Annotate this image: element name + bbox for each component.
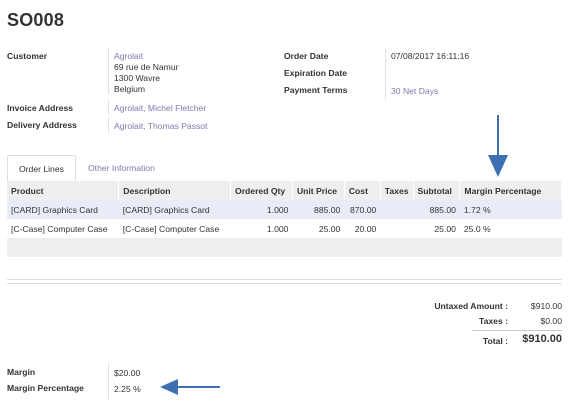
taxes-value: $0.00: [540, 316, 562, 326]
cell-ordered-qty: 1.000: [230, 219, 293, 238]
total-label: Total :: [482, 336, 508, 346]
tab-other-information[interactable]: Other Information: [77, 155, 166, 182]
cell-unit-price: 885.00: [292, 200, 345, 219]
column-header-subtotal[interactable]: Subtotal: [413, 181, 461, 200]
delivery-address-label: Delivery Address: [7, 120, 77, 130]
cell-subtotal: 885.00: [413, 200, 460, 219]
expiration-date-label: Expiration Date: [284, 68, 348, 78]
delivery-address-link[interactable]: Agrolait, Thomas Passot: [114, 121, 207, 131]
down-arrow-icon: [488, 115, 508, 177]
column-header-unit-price[interactable]: Unit Price: [292, 181, 345, 200]
cell-unit-price: 25.00: [292, 219, 345, 238]
column-header-margin-percentage[interactable]: Margin Percentage: [459, 181, 562, 200]
order-title: SO008: [7, 10, 65, 30]
order-date-label: Order Date: [284, 51, 329, 61]
field-divider: [385, 48, 386, 100]
total-divider: [472, 330, 562, 331]
left-arrow-icon: [160, 379, 220, 395]
margin-percentage-label: Margin Percentage: [7, 383, 84, 393]
customer-address-line2: 1300 Wavre: [114, 73, 161, 83]
cell-cost: 870.00: [344, 200, 381, 219]
table-row[interactable]: [CARD] Graphics Card [CARD] Graphics Car…: [7, 200, 562, 219]
table-bottom-divider: [7, 283, 562, 284]
column-header-cost[interactable]: Cost: [344, 181, 381, 200]
customer-label: Customer: [7, 51, 48, 61]
payment-terms-label: Payment Terms: [284, 85, 348, 95]
customer-address-line3: Belgium: [114, 84, 146, 94]
field-divider: [108, 100, 109, 114]
cell-margin-percentage: 25.0 %: [459, 219, 562, 238]
order-date-value: 07/08/2017 16:11:16: [391, 51, 470, 61]
field-divider: [108, 48, 109, 94]
margin-percentage-value: 2.25 %: [114, 384, 141, 394]
field-divider: [108, 117, 109, 133]
customer-address-line1: 69 rue de Namur: [114, 62, 179, 72]
column-header-taxes[interactable]: Taxes: [380, 181, 414, 200]
cell-product: [C-Case] Computer Case: [7, 219, 119, 238]
cell-description: [C-Case] Computer Case: [118, 219, 231, 238]
taxes-label: Taxes :: [479, 316, 508, 326]
cell-description: [CARD] Graphics Card: [118, 200, 231, 219]
cell-subtotal: 25.00: [413, 219, 460, 238]
field-divider: [108, 363, 109, 399]
column-header-product[interactable]: Product: [7, 181, 120, 200]
cell-product: [CARD] Graphics Card: [7, 200, 119, 219]
notebook-tabs: Order Lines Other Information: [7, 155, 562, 182]
column-header-description[interactable]: Description: [118, 181, 232, 200]
margin-value: $20.00: [114, 368, 141, 378]
table-bottom-divider: [7, 279, 562, 280]
order-lines-table: Product Description Ordered Qty Unit Pri…: [7, 181, 562, 257]
untaxed-amount-label: Untaxed Amount :: [434, 301, 508, 311]
cell-ordered-qty: 1.000: [230, 200, 293, 219]
table-header-row: Product Description Ordered Qty Unit Pri…: [7, 181, 562, 200]
table-row[interactable]: [C-Case] Computer Case [C-Case] Computer…: [7, 219, 562, 238]
untaxed-amount-value: $910.00: [530, 301, 562, 311]
invoice-address-link[interactable]: Agrolait, Michel Fletcher: [114, 103, 206, 113]
cell-margin-percentage: 1.72 %: [459, 200, 562, 219]
empty-row: [7, 238, 562, 257]
column-header-ordered-qty[interactable]: Ordered Qty: [230, 181, 293, 200]
customer-link[interactable]: Agrolait: [114, 51, 143, 61]
payment-terms-link[interactable]: 30 Net Days: [391, 86, 438, 96]
cell-cost: 20.00: [344, 219, 381, 238]
cell-taxes: [380, 200, 414, 219]
total-value: $910.00: [522, 333, 562, 345]
cell-taxes: [380, 219, 414, 238]
invoice-address-label: Invoice Address: [7, 103, 74, 113]
tab-order-lines[interactable]: Order Lines: [7, 155, 76, 182]
margin-label: Margin: [7, 367, 36, 377]
